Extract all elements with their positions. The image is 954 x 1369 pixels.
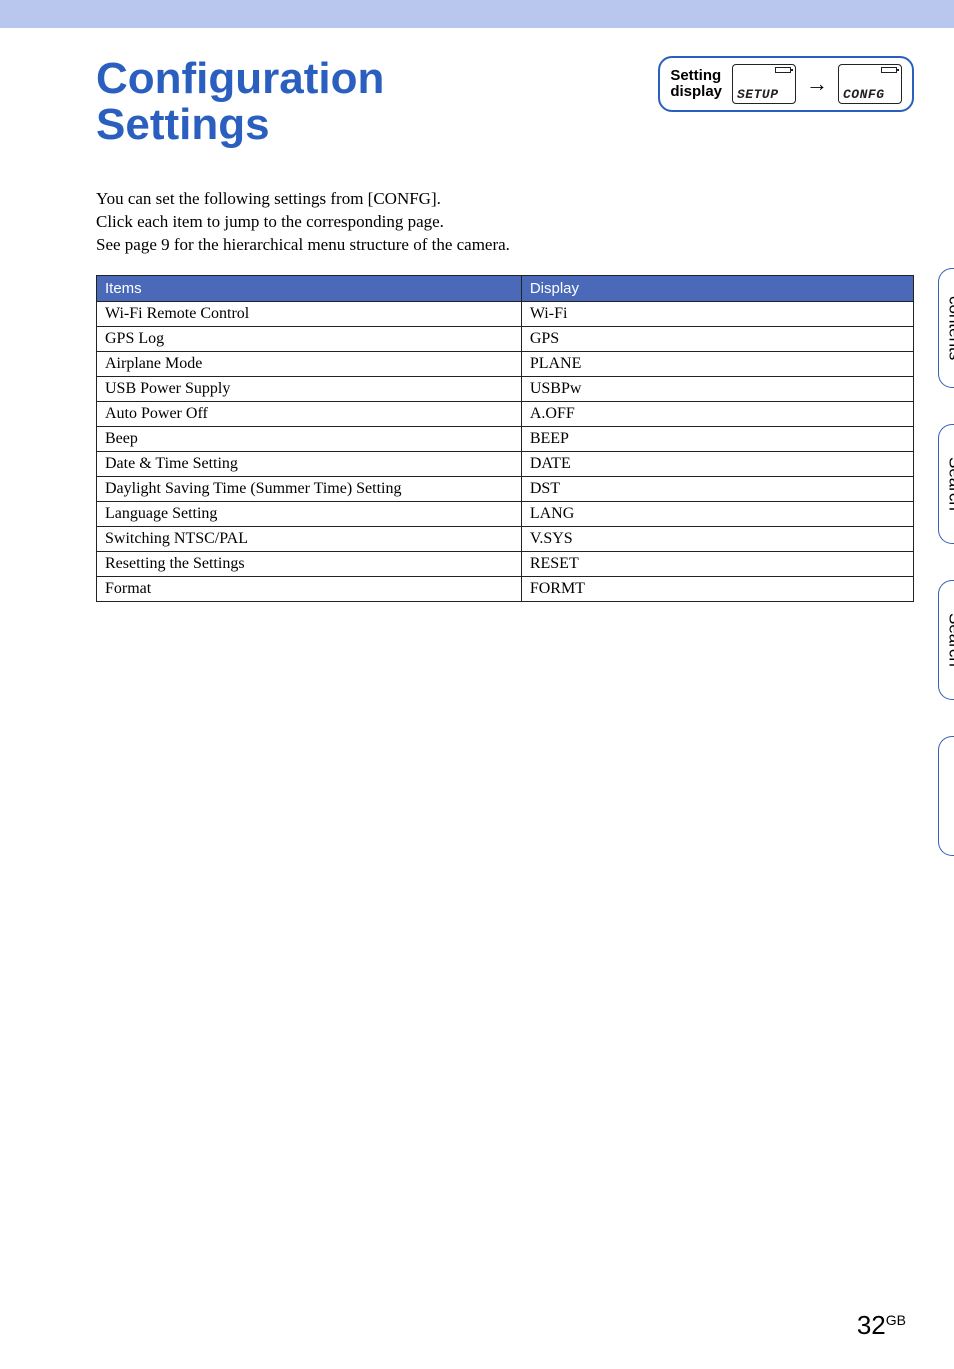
page-region-suffix: GB — [886, 1312, 906, 1328]
cell-item[interactable]: Airplane Mode — [97, 352, 522, 377]
page-content: Configuration Settings Setting display S… — [0, 28, 954, 602]
cell-item[interactable]: Wi-Fi Remote Control — [97, 302, 522, 327]
cell-display: BEEP — [521, 427, 913, 452]
cell-display: DST — [521, 477, 913, 502]
table-row[interactable]: Switching NTSC/PALV.SYS — [97, 527, 914, 552]
cell-item[interactable]: Daylight Saving Time (Summer Time) Setti… — [97, 477, 522, 502]
intro-line: See page 9 for the hierarchical menu str… — [96, 234, 914, 257]
table-header-row: Items Display — [97, 276, 914, 302]
setting-display-box: Setting display SETUP → CONFG — [658, 56, 914, 112]
page-number: 32 — [857, 1310, 886, 1340]
cell-display: V.SYS — [521, 527, 913, 552]
tab-table-of-contents[interactable]: Table of contents — [938, 268, 954, 388]
title-line-2: Settings — [96, 100, 270, 149]
lcd-text-setup: SETUP — [737, 88, 791, 101]
table-row[interactable]: Wi-Fi Remote ControlWi-Fi — [97, 302, 914, 327]
cell-display: GPS — [521, 327, 913, 352]
title-line-1: Configuration — [96, 54, 384, 103]
intro-text: You can set the following settings from … — [96, 188, 914, 257]
table-row[interactable]: FormatFORMT — [97, 577, 914, 602]
battery-icon — [881, 67, 897, 73]
setting-display-label: Setting display — [670, 68, 722, 101]
tab-operation-search[interactable]: Operation Search — [938, 424, 954, 544]
battery-icon — [775, 67, 791, 73]
cell-item[interactable]: USB Power Supply — [97, 377, 522, 402]
intro-line: Click each item to jump to the correspon… — [96, 211, 914, 234]
cell-item[interactable]: Beep — [97, 427, 522, 452]
cell-item[interactable]: Switching NTSC/PAL — [97, 527, 522, 552]
table-row[interactable]: Auto Power OffA.OFF — [97, 402, 914, 427]
cell-item[interactable]: Date & Time Setting — [97, 452, 522, 477]
settings-table: Items Display Wi-Fi Remote ControlWi-Fi … — [96, 275, 914, 602]
top-accent-bar — [0, 0, 954, 28]
table-row[interactable]: Date & Time SettingDATE — [97, 452, 914, 477]
cell-display: USBPw — [521, 377, 913, 402]
cell-display: FORMT — [521, 577, 913, 602]
cell-item[interactable]: Auto Power Off — [97, 402, 522, 427]
table-row[interactable]: GPS LogGPS — [97, 327, 914, 352]
cell-display: PLANE — [521, 352, 913, 377]
header-row: Configuration Settings Setting display S… — [96, 52, 914, 148]
cell-display: RESET — [521, 552, 913, 577]
cell-item[interactable]: GPS Log — [97, 327, 522, 352]
cell-display: LANG — [521, 502, 913, 527]
cell-display: A.OFF — [521, 402, 913, 427]
side-nav-tabs: Table of contents Operation Search Setti… — [938, 268, 954, 856]
page-title: Configuration Settings — [96, 56, 384, 148]
table-row[interactable]: Daylight Saving Time (Summer Time) Setti… — [97, 477, 914, 502]
cell-item[interactable]: Language Setting — [97, 502, 522, 527]
table-row[interactable]: USB Power SupplyUSBPw — [97, 377, 914, 402]
tab-settings-search[interactable]: Settings Search — [938, 580, 954, 700]
header-display: Display — [521, 276, 913, 302]
cell-item[interactable]: Format — [97, 577, 522, 602]
cell-display: Wi-Fi — [521, 302, 913, 327]
arrow-right-icon: → — [806, 73, 828, 95]
cell-item[interactable]: Resetting the Settings — [97, 552, 522, 577]
header-items: Items — [97, 276, 522, 302]
table-row[interactable]: Language SettingLANG — [97, 502, 914, 527]
setting-label-line-2: display — [670, 83, 722, 100]
tab-index[interactable]: Index — [938, 736, 954, 856]
table-row[interactable]: Resetting the SettingsRESET — [97, 552, 914, 577]
table-row[interactable]: BeepBEEP — [97, 427, 914, 452]
lcd-screen-confg: CONFG — [838, 64, 902, 104]
lcd-screen-setup: SETUP — [732, 64, 796, 104]
table-row[interactable]: Airplane ModePLANE — [97, 352, 914, 377]
page-footer: 32GB — [857, 1310, 906, 1341]
lcd-text-confg: CONFG — [843, 88, 897, 101]
setting-label-line-1: Setting — [670, 67, 721, 84]
intro-line: You can set the following settings from … — [96, 188, 914, 211]
cell-display: DATE — [521, 452, 913, 477]
